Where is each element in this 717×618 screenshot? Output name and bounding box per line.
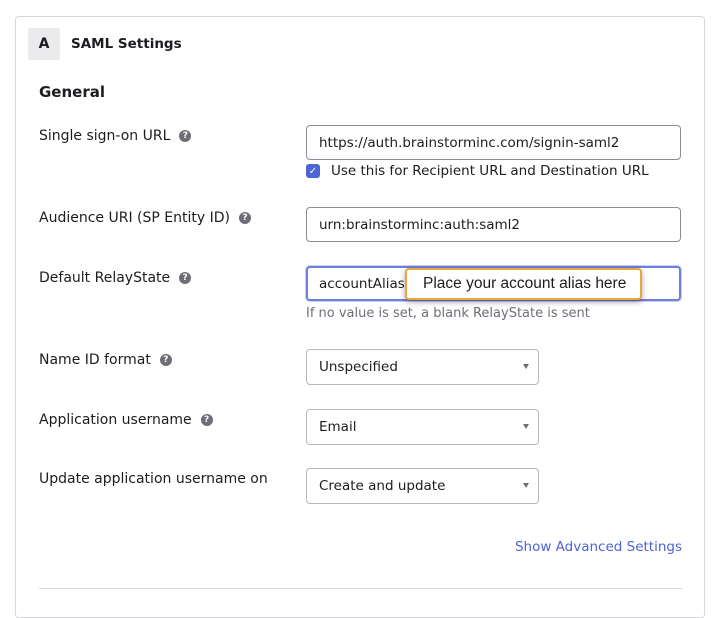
name-id-format-label-text: Name ID format: [39, 352, 151, 368]
step-badge: A: [28, 28, 60, 60]
update-username-on-label-text: Update application username on: [39, 471, 268, 487]
audience-uri-label-text: Audience URI (SP Entity ID): [39, 210, 230, 226]
recipient-destination-checkbox-row[interactable]: ✓ Use this for Recipient URL and Destina…: [306, 163, 649, 179]
chevron-down-icon: [523, 424, 529, 429]
help-icon[interactable]: ?: [200, 414, 213, 426]
show-advanced-settings-link[interactable]: Show Advanced Settings: [515, 539, 682, 555]
sso-url-label-text: Single sign-on URL: [39, 128, 171, 144]
update-username-on-value: Create and update: [319, 478, 446, 494]
help-icon[interactable]: ?: [159, 354, 172, 366]
account-alias-callout: Place your account alias here: [405, 268, 642, 300]
relay-state-label-text: Default RelayState: [39, 270, 171, 286]
update-username-on-label: Update application username on: [39, 471, 268, 487]
name-id-format-label: Name ID format ?: [39, 352, 172, 368]
sso-url-input[interactable]: [306, 125, 681, 160]
name-id-format-value: Unspecified: [319, 359, 398, 375]
chevron-down-icon: [523, 483, 529, 488]
panel-title: SAML Settings: [71, 36, 182, 52]
audience-uri-input[interactable]: [306, 207, 681, 242]
relay-state-hint: If no value is set, a blank RelayState i…: [306, 306, 590, 321]
help-icon[interactable]: ?: [179, 272, 192, 284]
help-icon[interactable]: ?: [179, 130, 192, 142]
checkbox-checked-icon[interactable]: ✓: [306, 164, 320, 178]
checkbox-label: Use this for Recipient URL and Destinati…: [331, 163, 649, 179]
app-username-label-text: Application username: [39, 412, 192, 428]
saml-settings-panel: A SAML Settings General Single sign-on U…: [15, 16, 705, 618]
app-username-value: Email: [319, 419, 357, 435]
sso-url-label: Single sign-on URL ?: [39, 128, 192, 144]
relay-state-label: Default RelayState ?: [39, 270, 192, 286]
chevron-down-icon: [523, 364, 529, 369]
update-username-on-select[interactable]: Create and update: [306, 468, 539, 504]
audience-uri-label: Audience URI (SP Entity ID) ?: [39, 210, 251, 226]
divider: [39, 588, 682, 589]
help-icon[interactable]: ?: [238, 212, 251, 224]
app-username-label: Application username ?: [39, 412, 213, 428]
name-id-format-select[interactable]: Unspecified: [306, 349, 539, 385]
app-username-select[interactable]: Email: [306, 409, 539, 445]
section-title: General: [39, 83, 105, 101]
